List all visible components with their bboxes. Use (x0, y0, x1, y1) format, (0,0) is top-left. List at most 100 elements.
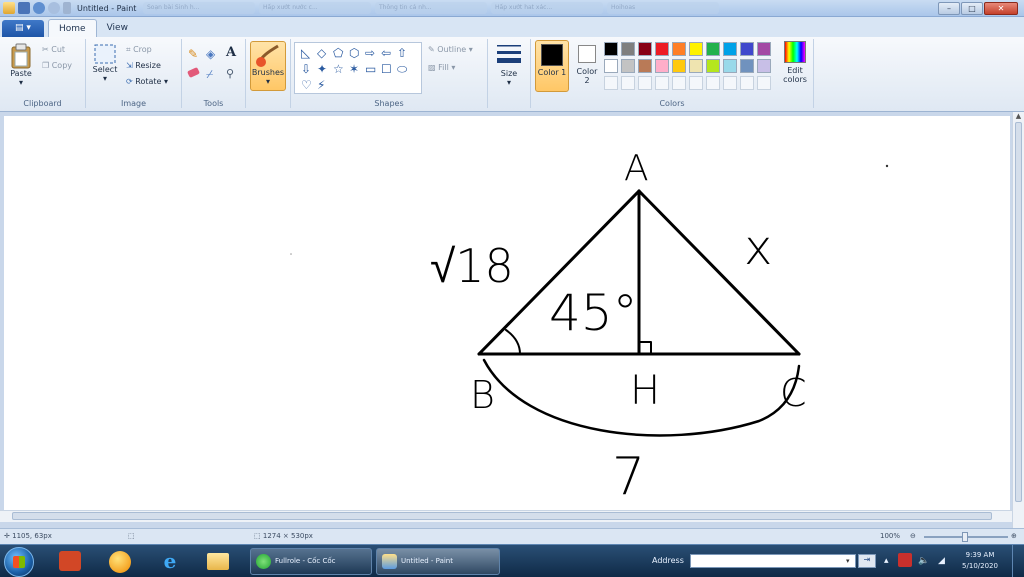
address-go-button[interactable]: ⇥ (858, 554, 876, 568)
horizontal-scrollbar[interactable] (0, 510, 1012, 522)
tab-view[interactable]: View (97, 19, 138, 37)
taskbar-paint-task[interactable]: Untitled - Paint (376, 548, 500, 575)
taskbar-clock[interactable]: 9:39 AM 5/10/2020 (958, 550, 1002, 572)
close-button[interactable]: ✕ (984, 1, 1018, 15)
shapes-gallery[interactable]: ◺ ◇ ⬠ ⬡ ⇨ ⇦ ⇧ ⇩ ✦ ☆ ✶ ▭ ☐ ⬭ ♡ ⚡ (294, 42, 422, 94)
fill-button[interactable]: ▨ Fill ▾ (428, 63, 455, 72)
palette-swatch[interactable] (672, 42, 686, 56)
custom-color-slot[interactable] (723, 76, 737, 90)
palette-swatch[interactable] (638, 42, 652, 56)
palette-swatch[interactable] (740, 59, 754, 73)
palette-swatch[interactable] (706, 42, 720, 56)
brushes-button[interactable]: Brushes ▾ (250, 41, 286, 91)
save-icon[interactable] (18, 2, 30, 14)
resize-button[interactable]: ⇲ Resize (126, 61, 161, 70)
size-button[interactable]: Size ▾ (493, 41, 525, 87)
custom-color-slot[interactable] (655, 76, 669, 90)
drawing-canvas[interactable]: A B C H √18 x 7 45° (4, 116, 1010, 516)
zoom-out-button[interactable]: ⊖ (910, 532, 916, 540)
fill-tool[interactable]: ◈ (206, 47, 215, 61)
shape-option-icon[interactable]: ☆ (333, 62, 344, 76)
shape-option-icon[interactable]: ⬠ (333, 46, 344, 60)
zoom-slider-thumb[interactable] (962, 532, 968, 542)
custom-color-slot[interactable] (757, 76, 771, 90)
taskbar-browser-task[interactable]: Fullrole - Cốc Cốc (250, 548, 372, 575)
zoom-slider[interactable] (924, 532, 1008, 542)
shape-option-icon[interactable]: ⇦ (381, 46, 391, 60)
pencil-tool[interactable]: ✎ (188, 47, 198, 61)
shape-option-icon[interactable]: ⬡ (349, 46, 359, 60)
paste-button[interactable]: Paste ▾ (6, 43, 36, 87)
palette-swatch[interactable] (604, 59, 618, 73)
palette-swatch[interactable] (655, 59, 669, 73)
network-icon[interactable]: ◢ (938, 556, 945, 566)
pinned-media[interactable] (106, 548, 134, 575)
cut-button[interactable]: ✂ Cut (42, 45, 65, 54)
palette-swatch[interactable] (689, 42, 703, 56)
scroll-up-icon[interactable]: ▲ (1013, 112, 1024, 120)
background-tab[interactable]: Thông tin cá nh... (375, 2, 487, 14)
palette-swatch[interactable] (757, 42, 771, 56)
shape-option-icon[interactable]: ◇ (317, 46, 327, 60)
custom-color-slot[interactable] (689, 76, 703, 90)
select-button[interactable]: Select ▾ (90, 43, 120, 83)
color1-button[interactable]: Color 1 (535, 40, 569, 92)
color2-button[interactable]: Color 2 (572, 40, 602, 92)
shape-option-icon[interactable]: ✦ (317, 62, 327, 76)
vertical-scroll-thumb[interactable] (1015, 122, 1022, 502)
palette-swatch[interactable] (706, 59, 720, 73)
address-dropdown-icon[interactable]: ▾ (846, 557, 850, 565)
palette-swatch[interactable] (723, 59, 737, 73)
shape-option-icon[interactable]: ⇨ (365, 46, 375, 60)
zoom-in-button[interactable]: ⊕ (1011, 532, 1017, 540)
pinned-explorer[interactable] (204, 548, 232, 575)
shape-option-icon[interactable]: ◺ (301, 46, 311, 60)
shape-option-icon[interactable]: ✶ (349, 62, 359, 76)
show-desktop-button[interactable] (1012, 545, 1024, 577)
file-menu-button[interactable]: ▤ ▾ (2, 20, 44, 37)
palette-swatch[interactable] (689, 59, 703, 73)
edit-colors-button[interactable]: Edit colors (780, 41, 810, 84)
shape-option-icon[interactable]: ⚡ (317, 78, 325, 92)
custom-color-slot[interactable] (706, 76, 720, 90)
pinned-powerpoint[interactable] (56, 548, 84, 575)
vertical-scrollbar[interactable]: ▲ (1012, 112, 1024, 528)
text-tool[interactable]: A (226, 45, 236, 60)
undo-icon[interactable] (33, 2, 45, 14)
custom-color-slot[interactable] (604, 76, 618, 90)
start-button[interactable] (4, 547, 34, 577)
palette-swatch[interactable] (672, 59, 686, 73)
palette-swatch[interactable] (740, 42, 754, 56)
shape-option-icon[interactable]: ⬭ (397, 62, 408, 76)
pinned-internet-explorer[interactable]: e (156, 548, 184, 575)
paint-app-icon[interactable] (3, 2, 15, 14)
tab-home[interactable]: Home (48, 19, 97, 37)
horizontal-scroll-thumb[interactable] (12, 512, 992, 520)
volume-icon[interactable]: 🔈 (918, 556, 929, 566)
shape-option-icon[interactable]: ♡ (301, 78, 312, 92)
customize-qat-icon[interactable] (63, 2, 71, 14)
eraser-tool[interactable] (187, 67, 200, 78)
custom-color-slot[interactable] (740, 76, 754, 90)
maximize-button[interactable]: □ (961, 1, 983, 15)
palette-swatch[interactable] (655, 42, 669, 56)
background-tab[interactable]: Soạn bài Sinh h... (143, 2, 255, 14)
custom-color-slot[interactable] (638, 76, 652, 90)
background-tab[interactable]: Hoihoas (607, 2, 719, 14)
redo-icon[interactable] (48, 2, 60, 14)
crop-button[interactable]: ⌗ Crop (126, 45, 152, 55)
shape-option-icon[interactable]: ▭ (365, 62, 376, 76)
magnifier-tool[interactable]: ⚲ (226, 67, 234, 80)
tray-app-icon[interactable] (898, 553, 912, 567)
shape-option-icon[interactable]: ⇧ (397, 46, 407, 60)
rotate-button[interactable]: ⟳ Rotate ▾ (126, 77, 168, 86)
minimize-button[interactable]: – (938, 1, 960, 15)
palette-swatch[interactable] (604, 42, 618, 56)
palette-swatch[interactable] (621, 59, 635, 73)
outline-button[interactable]: ✎ Outline ▾ (428, 45, 473, 54)
address-input[interactable] (690, 554, 856, 568)
shape-option-icon[interactable]: ⇩ (301, 62, 311, 76)
background-tab[interactable]: Hấp xướt nước c... (259, 2, 371, 14)
copy-button[interactable]: ❐ Copy (42, 61, 72, 70)
palette-swatch[interactable] (723, 42, 737, 56)
